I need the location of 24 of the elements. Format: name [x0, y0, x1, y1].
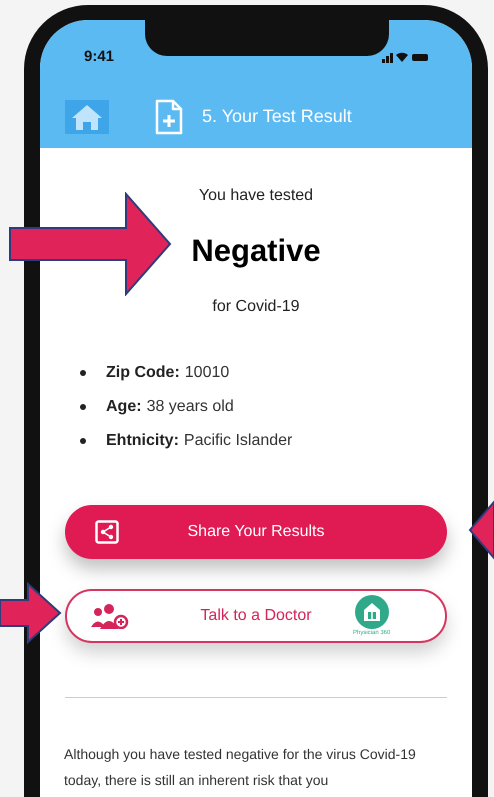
screen-title: 5. Your Test Result: [202, 105, 352, 128]
share-results-button[interactable]: Share Your Results: [65, 504, 447, 558]
detail-value: Pacific Islander: [184, 430, 292, 450]
detail-value: 38 years old: [146, 396, 234, 416]
detail-label: Ehtnicity:: [106, 430, 179, 450]
result-intro: You have tested: [198, 186, 314, 206]
pointer-arrow: [0, 582, 62, 644]
result-suffix: for Covid-19: [212, 296, 300, 316]
notice-paragraph: Although you have tested negative for the virus Covid-19 today, there is still an inherent risk that you: [64, 744, 417, 790]
bullet-icon: [80, 404, 86, 410]
status-time: 9:41: [84, 47, 114, 67]
bullet-icon: [80, 370, 86, 376]
add-people-icon: [91, 602, 129, 628]
bullet-icon: [80, 438, 86, 444]
detail-value: 10010: [184, 362, 230, 382]
result-value: Negative: [191, 232, 321, 270]
pointer-arrow: [468, 500, 494, 562]
clinic-logo-icon: [354, 594, 389, 628]
status-icons: [382, 51, 428, 64]
share-icon: [95, 520, 119, 544]
detail-label: Age:: [106, 396, 142, 416]
home-icon[interactable]: [65, 100, 109, 134]
detail-label: Zip Code:: [106, 362, 180, 382]
medical-document-icon: [154, 98, 184, 134]
